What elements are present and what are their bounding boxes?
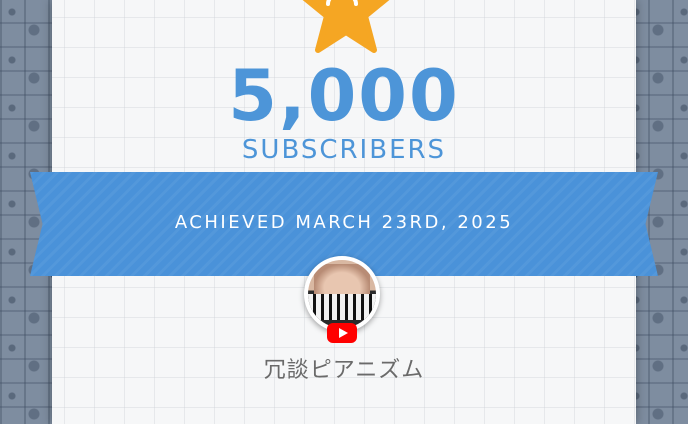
achieved-date: ACHIEVED MARCH 23RD, 2025 (174, 212, 514, 233)
subscriber-label: SUBSCRIBERS (241, 135, 447, 165)
subscriber-count: 5,000 (228, 55, 460, 137)
avatar-piano-keys (308, 294, 376, 320)
avatar-face (314, 264, 370, 298)
channel-name: 冗談ピアニズム (263, 358, 425, 383)
avatar-image (308, 260, 376, 328)
add-user-star-icon (302, 0, 390, 53)
youtube-icon (327, 323, 357, 343)
channel-avatar (304, 256, 380, 332)
